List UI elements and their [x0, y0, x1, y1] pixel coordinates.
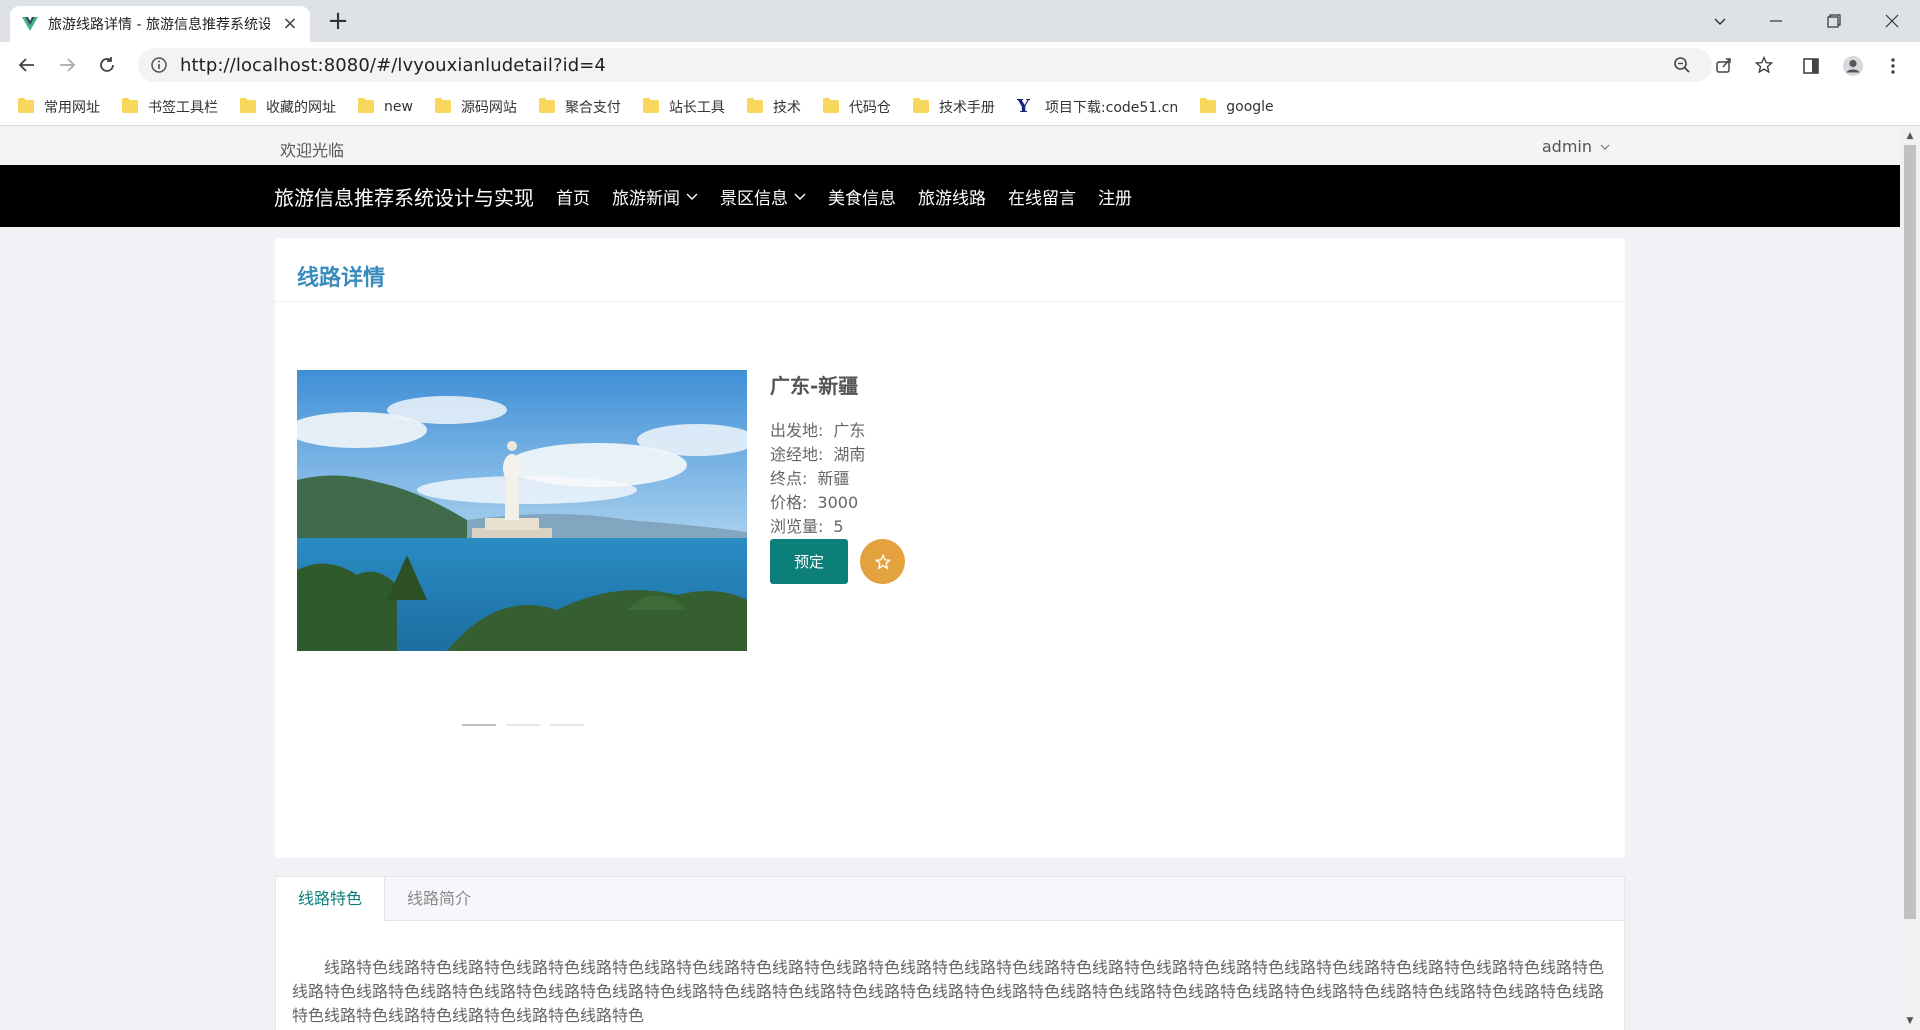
tab-search-icon[interactable]	[1692, 0, 1748, 42]
chevron-down-icon	[1600, 144, 1610, 150]
tab-title: 旅游线路详情 - 旅游信息推荐系统设计与实现	[48, 17, 270, 33]
forward-icon[interactable]	[52, 50, 82, 80]
carousel-indicators	[462, 724, 594, 726]
folder-icon	[912, 98, 929, 113]
folder-icon	[1200, 98, 1217, 113]
site-brand[interactable]: 旅游信息推荐系统设计与实现	[274, 182, 534, 211]
side-panel-icon[interactable]	[1800, 55, 1822, 77]
scroll-up-arrow-icon[interactable]: ▲	[1905, 131, 1915, 141]
folder-icon	[358, 98, 374, 113]
route-name: 广东-新疆	[770, 374, 859, 398]
browser-tabbar: 旅游线路详情 - 旅游信息推荐系统设计与实现 × +	[0, 0, 1920, 42]
main-nav: 旅游信息推荐系统设计与实现 首页 旅游新闻 景区信息 美食信息 旅游线路 在线留…	[0, 165, 1900, 227]
tab-close-icon[interactable]: ×	[280, 14, 300, 34]
site-info-icon[interactable]	[150, 56, 168, 74]
profile-avatar-icon[interactable]	[1842, 55, 1864, 77]
info-row-destination: 终点: 新疆	[770, 469, 850, 488]
page-scrollbar[interactable]: ▲ ▼	[1900, 127, 1920, 1030]
share-icon[interactable]	[1714, 55, 1734, 75]
carousel-dot[interactable]	[550, 724, 584, 726]
bookmark-item[interactable]: 聚合支付	[538, 97, 621, 117]
info-row-via: 途经地: 湖南	[770, 445, 866, 464]
new-tab-icon[interactable]: +	[324, 8, 352, 36]
carousel-dot[interactable]	[506, 724, 540, 726]
browser-tab[interactable]: 旅游线路详情 - 旅游信息推荐系统设计与实现 ×	[10, 6, 310, 42]
nav-travel-news[interactable]: 旅游新闻	[612, 184, 698, 209]
guanyin-statue-seascape-image	[297, 370, 747, 651]
bookmark-item[interactable]: new	[358, 98, 413, 115]
tab-content: 线路特色线路特色线路特色线路特色线路特色线路特色线路特色线路特色线路特色线路特色…	[292, 958, 1605, 1025]
folder-icon	[240, 98, 256, 113]
star-icon	[874, 553, 891, 570]
minimize-icon[interactable]	[1748, 0, 1804, 42]
scroll-thumb[interactable]	[1904, 145, 1916, 919]
folder-icon	[746, 98, 763, 113]
page-viewport: 欢迎光临 admin 旅游信息推荐系统设计与实现 首页 旅游新闻 景区信息 美食…	[0, 127, 1900, 1030]
chevron-down-icon	[794, 193, 806, 200]
url-text: http://localhost:8080/#/lvyouxianludetai…	[180, 54, 606, 76]
folder-icon	[538, 98, 555, 113]
bookmark-item[interactable]: 站长工具	[642, 97, 725, 117]
browser-menu-icon[interactable]	[1882, 55, 1904, 77]
nav-messages[interactable]: 在线留言	[1008, 184, 1076, 209]
nav-travel-routes[interactable]: 旅游线路	[918, 184, 986, 209]
nav-food-info[interactable]: 美食信息	[828, 184, 896, 209]
folder-icon	[18, 98, 34, 113]
folder-icon	[122, 98, 138, 113]
close-window-icon[interactable]	[1864, 0, 1920, 42]
chevron-down-icon	[686, 193, 698, 200]
tab-route-intro[interactable]: 线路简介	[385, 877, 493, 921]
zoom-icon[interactable]	[1672, 55, 1692, 75]
card-header: 线路详情	[275, 238, 1625, 302]
nav-register[interactable]: 注册	[1098, 184, 1132, 209]
tab-route-features[interactable]: 线路特色	[276, 877, 386, 922]
bookmark-item[interactable]: 收藏的网址	[240, 97, 336, 117]
nav-home[interactable]: 首页	[556, 184, 590, 209]
route-tabs: 线路特色 线路简介 线路特色线路特色线路特色线路特色线路特色线路特色线路特色线路…	[275, 876, 1625, 1030]
action-buttons: 预定	[770, 539, 905, 584]
favorite-button[interactable]	[860, 539, 905, 584]
carousel-dot[interactable]	[462, 724, 496, 726]
bookmark-star-icon[interactable]	[1754, 55, 1774, 75]
address-bar[interactable]: http://localhost:8080/#/lvyouxianludetai…	[138, 48, 1773, 82]
folder-icon	[822, 98, 839, 113]
welcome-text: 欢迎光临	[280, 141, 345, 160]
folder-icon	[434, 98, 451, 113]
bookmark-item[interactable]: 书签工具栏	[122, 97, 218, 117]
bookmarks-bar: 常用网址 书签工具栏 收藏的网址 new 源码网站 聚合支付 站长工具 技术 代…	[0, 88, 1920, 126]
nav-scenic-info[interactable]: 景区信息	[720, 184, 806, 209]
info-row-origin: 出发地: 广东	[770, 421, 866, 440]
book-button[interactable]: 预定	[770, 539, 848, 584]
restore-icon[interactable]	[1806, 0, 1862, 42]
info-row-views: 浏览量: 5	[770, 517, 844, 536]
folder-icon	[642, 98, 659, 113]
route-detail-card: 线路详情 广东-新疆 出发地: 广东 途经地: 湖南 终点: 新疆 价格: 30…	[275, 238, 1625, 858]
tabs-header: 线路特色 线路简介	[276, 877, 1624, 922]
bookmark-item[interactable]: Y 项目下载:code51.cn	[1017, 97, 1178, 117]
reload-icon[interactable]	[92, 50, 122, 80]
vue-favicon-icon	[22, 17, 38, 31]
scroll-down-arrow-icon[interactable]: ▼	[1905, 1016, 1915, 1026]
page-title: 线路详情	[297, 266, 386, 291]
bookmark-item[interactable]: 技术	[746, 97, 801, 117]
code51-favicon-icon: Y	[1016, 95, 1030, 117]
bookmark-item[interactable]: google	[1200, 98, 1274, 115]
bookmark-item[interactable]: 源码网站	[434, 97, 517, 117]
back-icon[interactable]	[12, 50, 42, 80]
user-menu[interactable]: admin	[1542, 137, 1610, 156]
route-info: 广东-新疆 出发地: 广东 途经地: 湖南 终点: 新疆 价格: 3000 浏览量: 5 …	[770, 370, 905, 584]
browser-toolbar: http://localhost:8080/#/lvyouxianludetai…	[0, 42, 1920, 88]
username: admin	[1541, 137, 1592, 156]
top-welcome-bar: 欢迎光临 admin	[0, 127, 1900, 165]
route-photo[interactable]	[297, 370, 747, 651]
info-row-price: 价格: 3000	[770, 493, 859, 512]
bookmark-item[interactable]: 常用网址	[18, 97, 100, 117]
bookmark-item[interactable]: 技术手册	[912, 97, 995, 117]
bookmark-item[interactable]: 代码仓	[822, 97, 891, 117]
